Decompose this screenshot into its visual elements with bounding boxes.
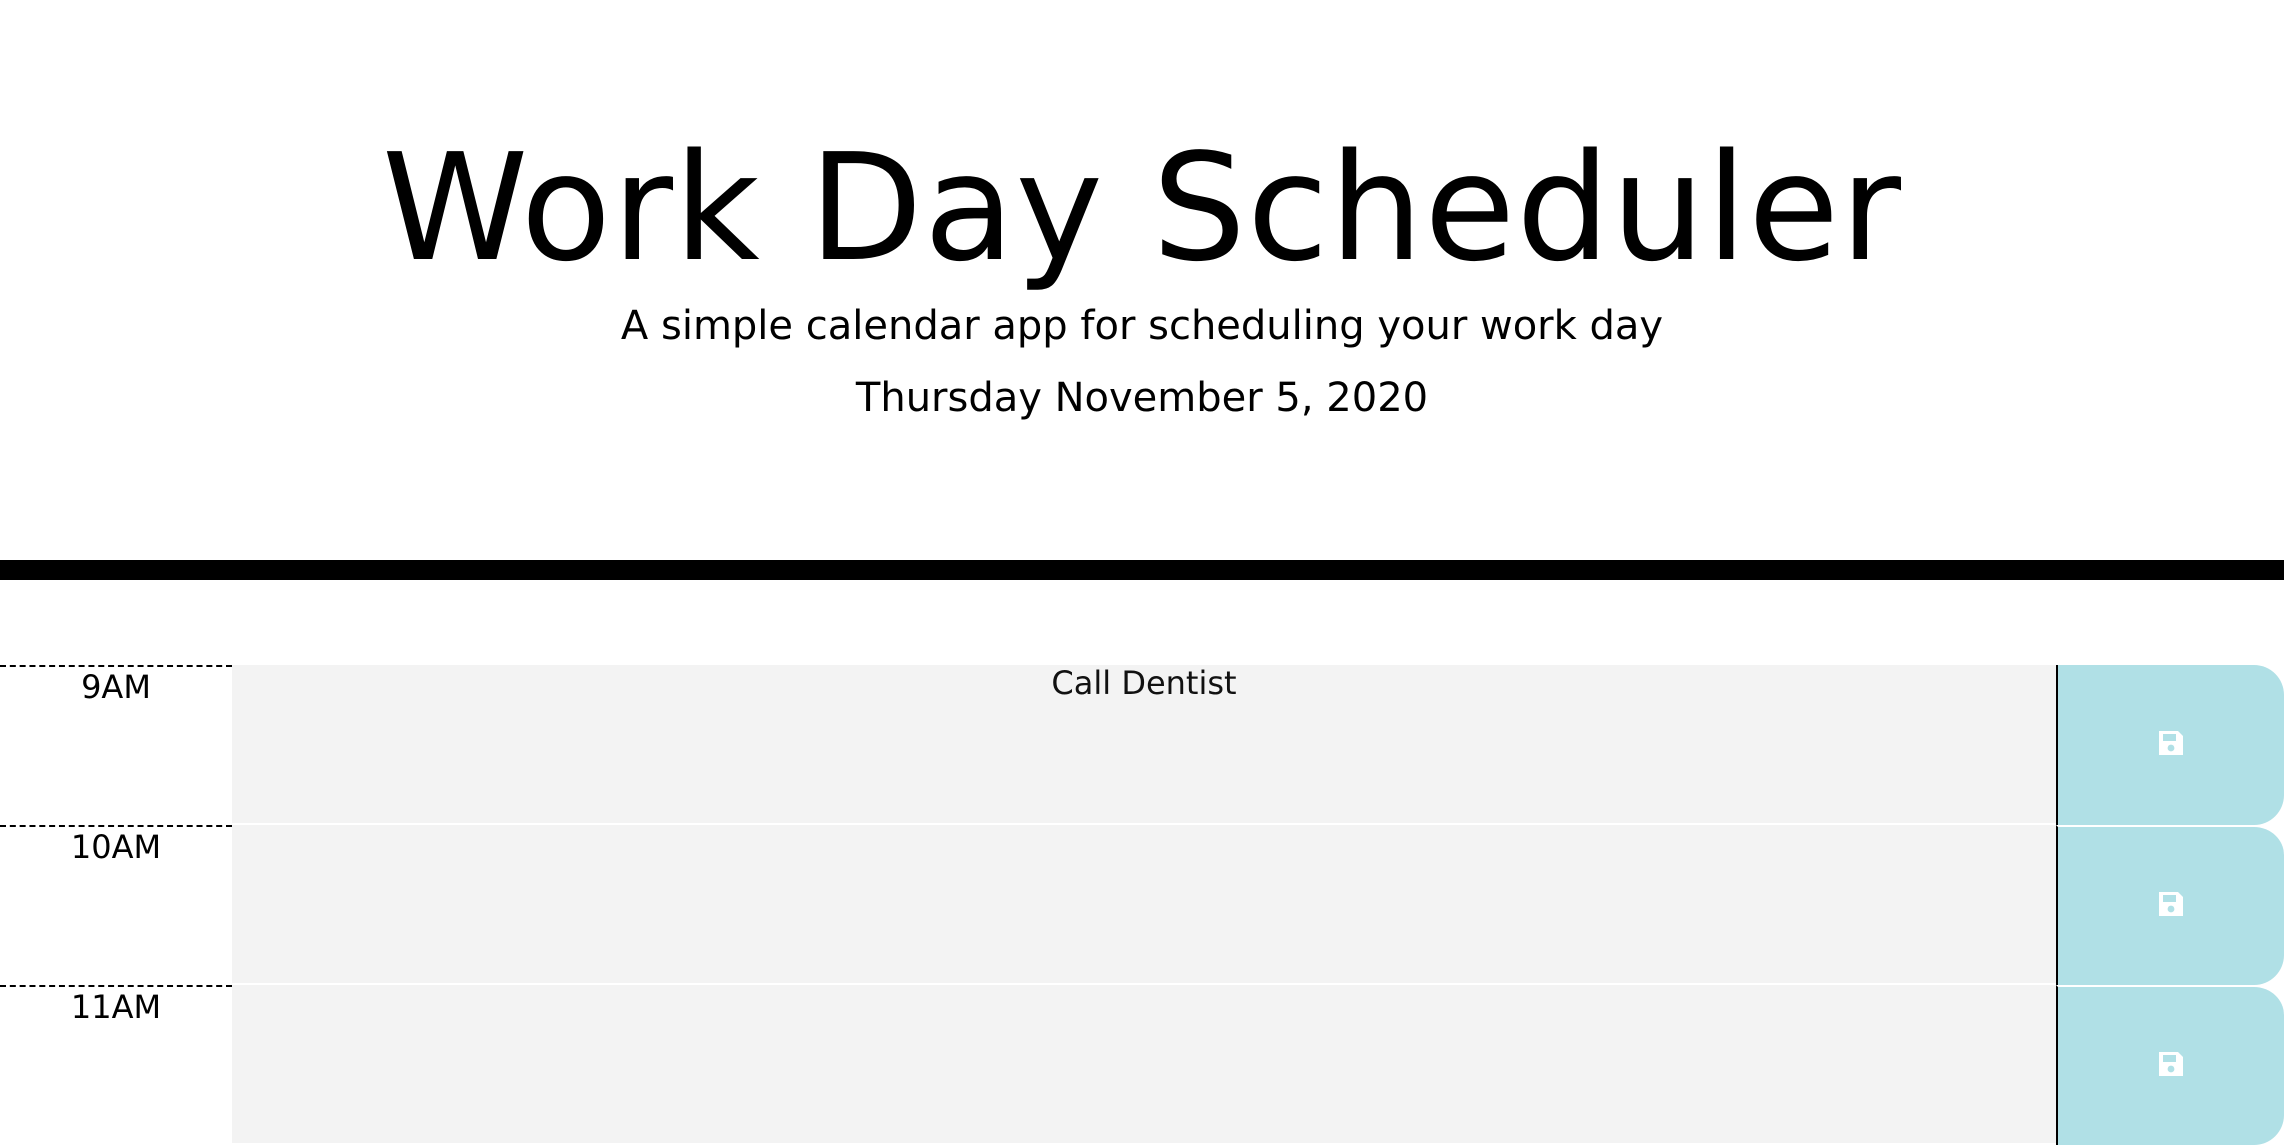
event-description[interactable]: Call Dentist (232, 665, 2056, 825)
header: Work Day Scheduler A simple calendar app… (0, 0, 2284, 580)
timeblock-row: 10AM (0, 825, 2284, 985)
timeblock-row: 9AM Call Dentist (0, 665, 2284, 825)
floppy-disk-icon (2156, 1049, 2186, 1083)
save-button[interactable] (2056, 825, 2284, 985)
save-button[interactable] (2056, 985, 2284, 1145)
hour-label: 10AM (0, 825, 232, 985)
event-description[interactable] (232, 985, 2056, 1145)
hour-label: 11AM (0, 985, 232, 1145)
floppy-disk-icon (2156, 728, 2186, 762)
page-title: Work Day Scheduler (381, 122, 1903, 294)
save-button[interactable] (2056, 665, 2284, 825)
hour-label: 9AM (0, 665, 232, 825)
page-subtitle: A simple calendar app for scheduling you… (620, 303, 1664, 349)
timeblock-container: 9AM Call Dentist 10AM 11AM (0, 665, 2284, 1145)
event-description[interactable] (232, 825, 2056, 985)
current-day: Thursday November 5, 2020 (855, 375, 1429, 421)
floppy-disk-icon (2156, 889, 2186, 923)
timeblock-row: 11AM (0, 985, 2284, 1145)
